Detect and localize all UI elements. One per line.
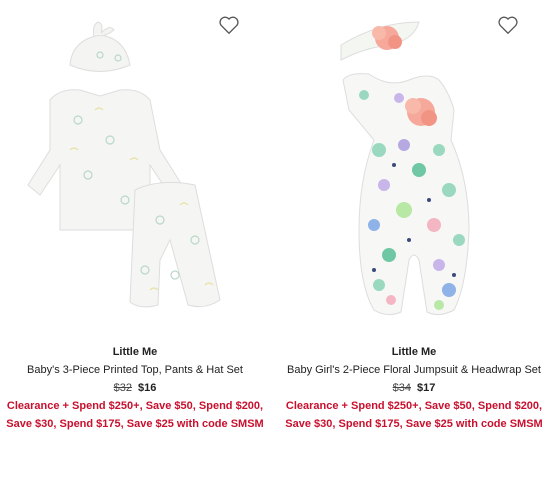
product-image[interactable] [279, 0, 549, 340]
promo-text: Clearance + Spend $250+, Save $50, Spend… [6, 400, 264, 430]
product-grid: Little Me Baby's 3-Piece Printed Top, Pa… [0, 0, 555, 477]
product-card[interactable]: Little Me Baby Girl's 2-Piece Floral Jum… [279, 0, 549, 477]
sale-price: $17 [417, 382, 436, 394]
product-info: Little Me Baby Girl's 2-Piece Floral Jum… [279, 343, 549, 433]
product-image[interactable] [0, 0, 270, 340]
product-card[interactable]: Little Me Baby's 3-Piece Printed Top, Pa… [0, 0, 270, 477]
promo-text: Clearance + Spend $250+, Save $50, Spend… [285, 400, 543, 430]
original-price: $32 [113, 382, 132, 394]
product-name[interactable]: Baby Girl's 2-Piece Floral Jumpsuit & He… [279, 361, 549, 379]
product-info: Little Me Baby's 3-Piece Printed Top, Pa… [0, 343, 270, 433]
floral-jumpsuit-image [340, 21, 470, 316]
baby-outfit-image [27, 21, 221, 308]
original-price: $34 [392, 382, 411, 394]
product-prices: $32 $16 [0, 379, 270, 397]
product-brand[interactable]: Little Me [279, 343, 549, 361]
heart-icon[interactable] [497, 14, 519, 36]
product-brand[interactable]: Little Me [0, 343, 270, 361]
product-prices: $34 $17 [279, 379, 549, 397]
sale-price: $16 [138, 382, 157, 394]
product-name[interactable]: Baby's 3-Piece Printed Top, Pants & Hat … [0, 361, 270, 379]
heart-icon[interactable] [218, 14, 240, 36]
